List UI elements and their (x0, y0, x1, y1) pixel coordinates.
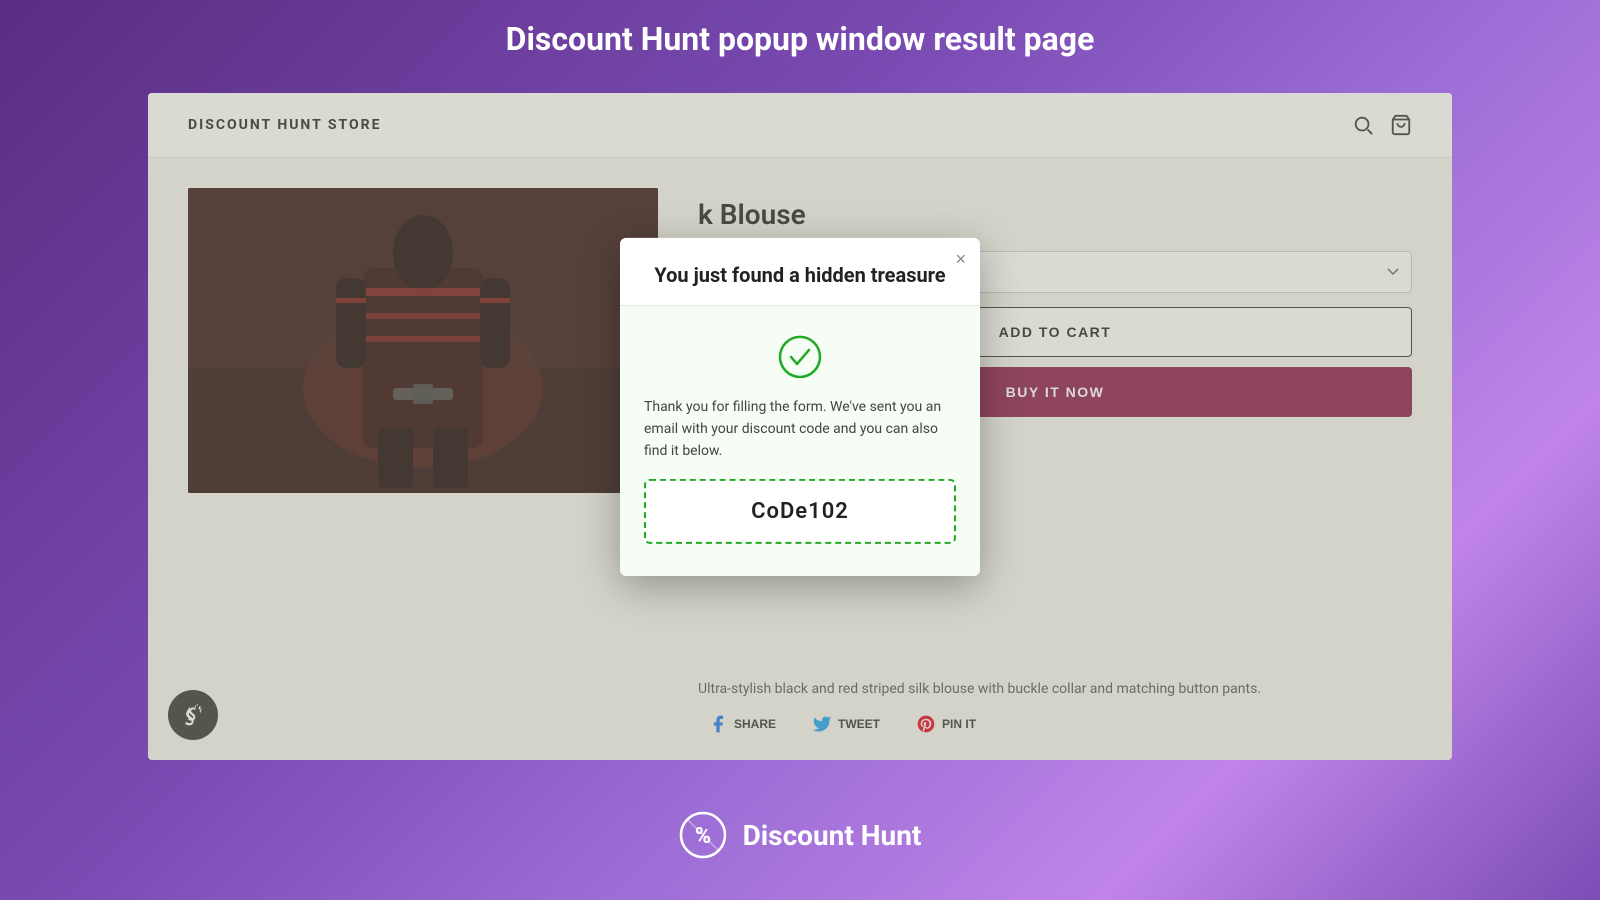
popup-modal: You just found a hidden treasure × Thank… (620, 237, 980, 575)
footer-brand-name: Discount Hunt (743, 819, 922, 852)
popup-message: Thank you for filling the form. We've se… (644, 395, 956, 462)
success-icon (777, 333, 823, 379)
page-footer: % Discount Hunt (0, 770, 1600, 900)
page-title: Discount Hunt popup window result page (506, 20, 1095, 58)
popup-body: Thank you for filling the form. We've se… (620, 305, 980, 575)
footer-logo-icon: % (679, 811, 727, 859)
svg-text:%: % (694, 824, 710, 849)
discount-code: CoDe102 (751, 499, 849, 524)
discount-code-box: CoDe102 (644, 479, 956, 544)
popup-close-button[interactable]: × (955, 249, 966, 267)
browser-window: DISCOUNT HUNT STORE (148, 93, 1452, 760)
page-title-bar: Discount Hunt popup window result page (0, 0, 1600, 78)
popup-title: You just found a hidden treasure (652, 261, 948, 288)
popup-header: You just found a hidden treasure × (620, 237, 980, 305)
